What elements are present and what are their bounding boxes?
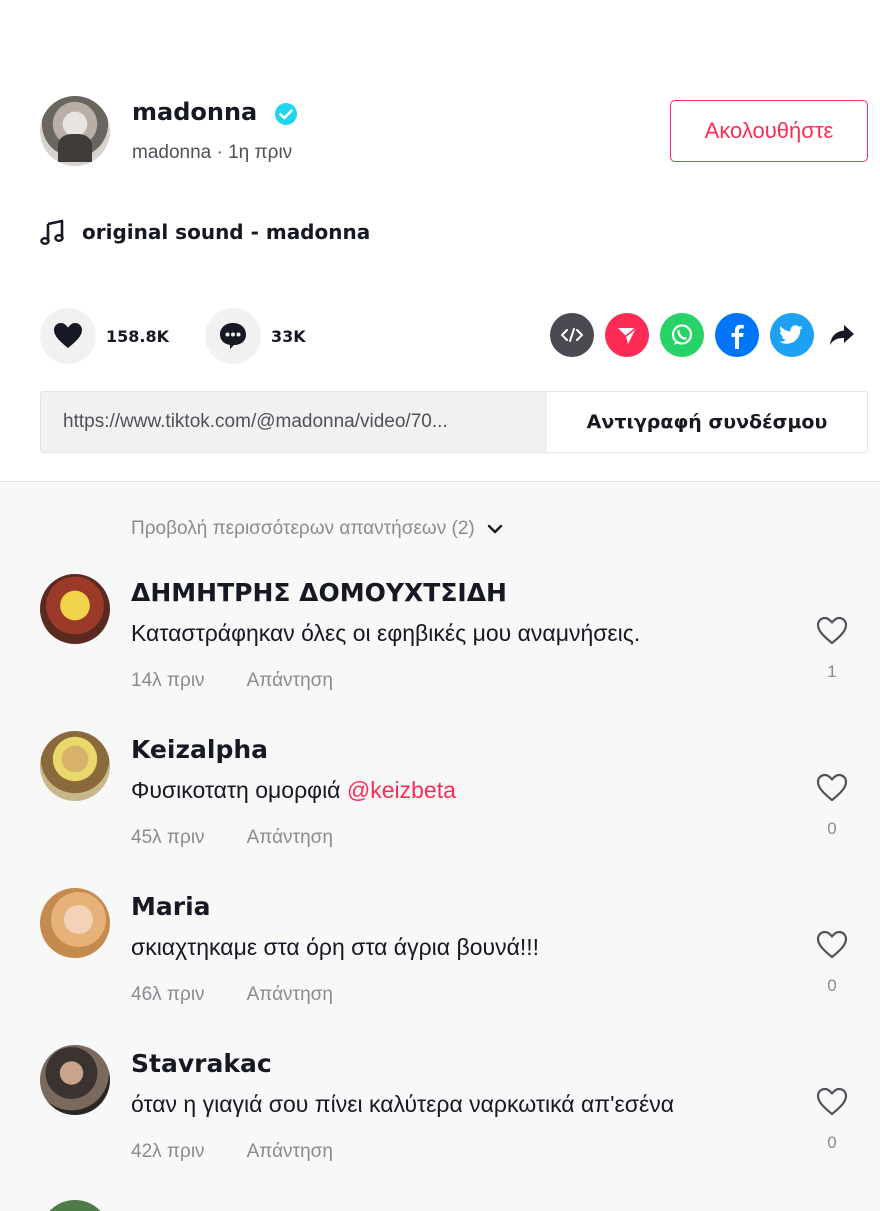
comment-text: όταν η γιαγιά σου πίνει καλύτερα ναρκωτι… — [131, 1091, 675, 1117]
comment-meta: 42λ πριν Απάντηση — [131, 1141, 333, 1163]
reply-button[interactable]: Απάντηση — [247, 984, 333, 1006]
comment-item: Maria σκιαχτηκαμε στα όρη στα άγρια βουν… — [0, 888, 880, 1028]
commenter-avatar[interactable] — [40, 574, 110, 644]
like-count: 158.8K — [106, 326, 170, 346]
copy-link-button[interactable]: Αντιγραφή συνδέσμου — [547, 392, 867, 452]
heart-outline-icon[interactable] — [816, 1087, 848, 1117]
music-link[interactable]: original sound - madonna — [40, 218, 370, 246]
commenter-name[interactable]: Keizalpha — [131, 735, 268, 764]
comment-like-count: 0 — [827, 976, 837, 995]
comment-meta: 46λ πριν Απάντηση — [131, 984, 333, 1006]
comment-meta: 14λ πριν Απάντηση — [131, 670, 333, 692]
comment-text: Φυσικοτατη ομορφιά @keizbeta — [131, 777, 456, 803]
comment-bubble-icon — [220, 323, 246, 349]
like-action[interactable]: 158.8K — [40, 308, 169, 364]
comment-action[interactable]: 33K — [205, 308, 306, 364]
comment-time: 14λ πριν — [131, 670, 205, 691]
follow-button[interactable]: Ακολουθήστε — [670, 100, 868, 162]
comment-like-count: 1 — [827, 662, 837, 681]
chevron-down-icon — [487, 524, 502, 534]
post-header-section: madonna madonna · 1η πριν Ακολουθήστε or… — [0, 0, 880, 480]
video-url-field[interactable]: https://www.tiktok.com/@madonna/video/70… — [41, 392, 547, 452]
comment-text: Καταστράφηκαν όλες οι εφηβικές μου αναμν… — [131, 620, 641, 646]
comment-time: 46λ πριν — [131, 984, 205, 1005]
comment-item: ΔΗΜΗΤΡΗΣ ΔΟΜΟΥΧΤΣΙΔΗ Καταστράφηκαν όλες … — [0, 574, 880, 714]
heart-outline-icon[interactable] — [816, 930, 848, 960]
view-more-replies-label: Προβολή περισσότερων απαντήσεων (2) — [131, 518, 475, 539]
like-button[interactable] — [40, 308, 96, 364]
share-arrow-icon[interactable] — [825, 318, 859, 352]
reply-button[interactable]: Απάντηση — [247, 670, 333, 692]
facebook-icon[interactable] — [715, 313, 759, 357]
comment-text: σκιαχτηκαμε στα όρη στα άγρια βουνά!!! — [131, 934, 540, 960]
whatsapp-icon[interactable] — [660, 313, 704, 357]
author-name[interactable]: madonna — [132, 98, 257, 126]
heart-icon — [54, 323, 82, 348]
author-avatar[interactable] — [40, 96, 110, 166]
view-more-replies-button[interactable]: Προβολή περισσότερων απαντήσεων (2) — [131, 518, 503, 540]
commenter-name[interactable]: Stavrakac — [131, 1049, 272, 1078]
comment-item: Keizalpha Φυσικοτατη ομορφιά @keizbeta 4… — [0, 731, 880, 871]
music-note-icon — [40, 219, 64, 246]
comment-meta: 45λ πριν Απάντηση — [131, 827, 333, 849]
commenter-name[interactable]: ΔΗΜΗΤΡΗΣ ΔΟΜΟΥΧΤΣΙΔΗ — [131, 578, 507, 607]
comment-item: Stavrakac όταν η γιαγιά σου πίνει καλύτε… — [0, 1045, 880, 1185]
comment-count: 33K — [271, 326, 306, 346]
comment-like-count: 0 — [827, 819, 837, 838]
author-subtitle: madonna · 1η πριν — [132, 142, 293, 163]
reply-button[interactable]: Απάντηση — [247, 1141, 333, 1163]
commenter-avatar[interactable] — [40, 1045, 110, 1115]
commenter-avatar[interactable] — [40, 731, 110, 801]
copy-link-box: https://www.tiktok.com/@madonna/video/70… — [40, 391, 868, 453]
mention-link[interactable]: @keizbeta — [347, 777, 456, 803]
reply-button[interactable]: Απάντηση — [247, 827, 333, 849]
comment-button[interactable] — [205, 308, 261, 364]
twitter-icon[interactable] — [770, 313, 814, 357]
send-icon[interactable] — [605, 313, 649, 357]
music-label: original sound - madonna — [82, 220, 371, 244]
heart-outline-icon[interactable] — [816, 773, 848, 803]
commenter-avatar[interactable] — [40, 888, 110, 958]
comment-time: 45λ πριν — [131, 827, 205, 848]
embed-icon[interactable] — [550, 313, 594, 357]
comment-time: 42λ πριν — [131, 1141, 205, 1162]
comment-like-count: 0 — [827, 1133, 837, 1152]
verified-badge-icon — [275, 103, 297, 125]
commenter-name[interactable]: Maria — [131, 892, 211, 921]
share-icons — [550, 313, 859, 357]
heart-outline-icon[interactable] — [816, 616, 848, 646]
